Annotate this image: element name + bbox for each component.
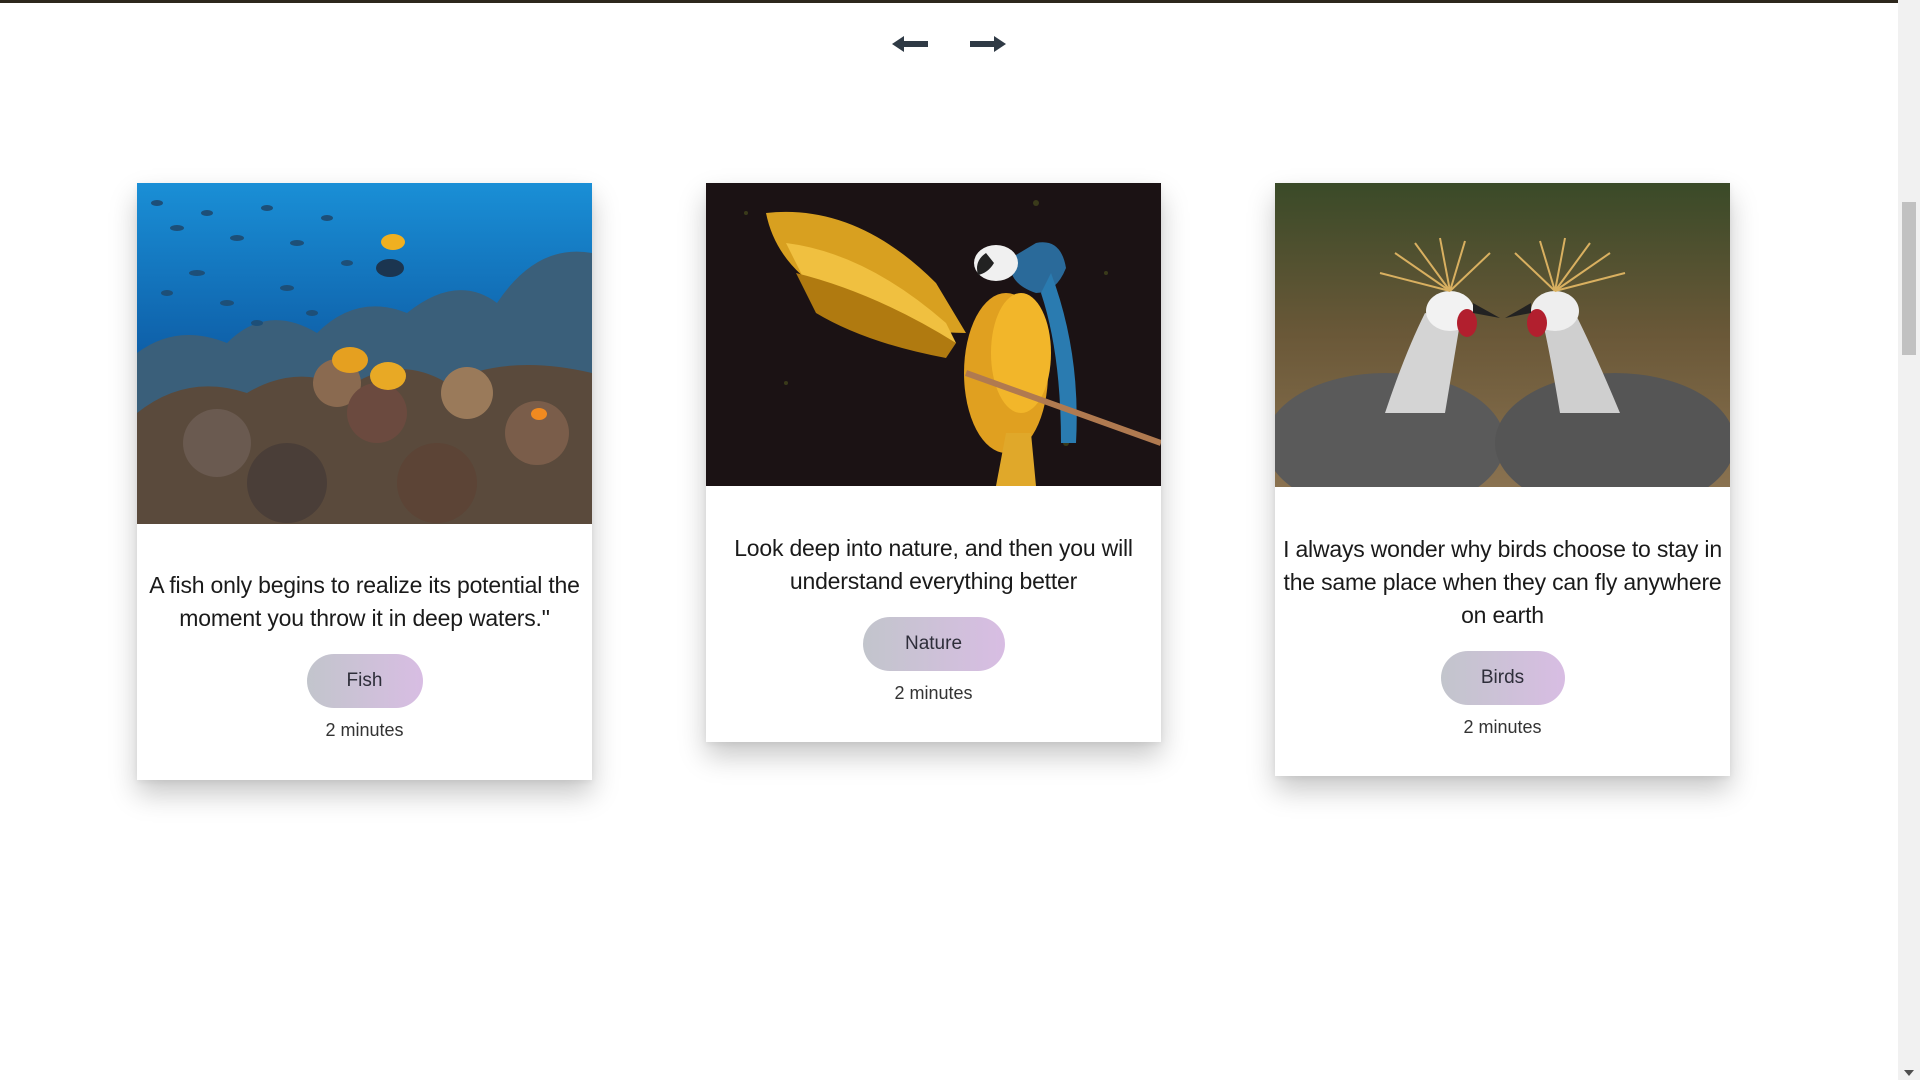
read-time: 2 minutes <box>894 683 973 703</box>
macaw-parrot-photo <box>706 183 1161 486</box>
card-quote: A fish only begins to realize its potent… <box>149 572 580 631</box>
scroll-down-icon[interactable] <box>1904 1070 1914 1076</box>
tag-button-birds[interactable]: Birds <box>1440 651 1565 705</box>
tag-button-fish[interactable]: Fish <box>306 654 423 708</box>
article-card-birds[interactable]: I always wonder why birds choose to stay… <box>1275 183 1730 776</box>
read-time: 2 minutes <box>1463 717 1542 737</box>
prev-button[interactable] <box>890 28 930 60</box>
carousel-navigation <box>890 28 1010 60</box>
vertical-scrollbar[interactable] <box>1898 0 1920 1080</box>
article-card-fish[interactable]: A fish only begins to realize its potent… <box>137 183 592 780</box>
card-quote: Look deep into nature, and then you will… <box>734 535 1133 594</box>
read-time: 2 minutes <box>325 720 404 740</box>
next-button[interactable] <box>968 28 1008 60</box>
arrow-right-icon <box>970 36 1006 52</box>
card-quote: I always wonder why birds choose to stay… <box>1283 536 1722 628</box>
coral-reef-fish-photo <box>137 183 592 524</box>
page: A fish only begins to realize its potent… <box>0 0 1898 1080</box>
tag-button-nature[interactable]: Nature <box>862 617 1005 671</box>
article-card-nature[interactable]: Look deep into nature, and then you will… <box>706 183 1161 742</box>
crowned-cranes-photo <box>1275 183 1730 487</box>
arrow-left-icon <box>892 36 928 52</box>
scrollbar-thumb[interactable] <box>1902 202 1916 355</box>
